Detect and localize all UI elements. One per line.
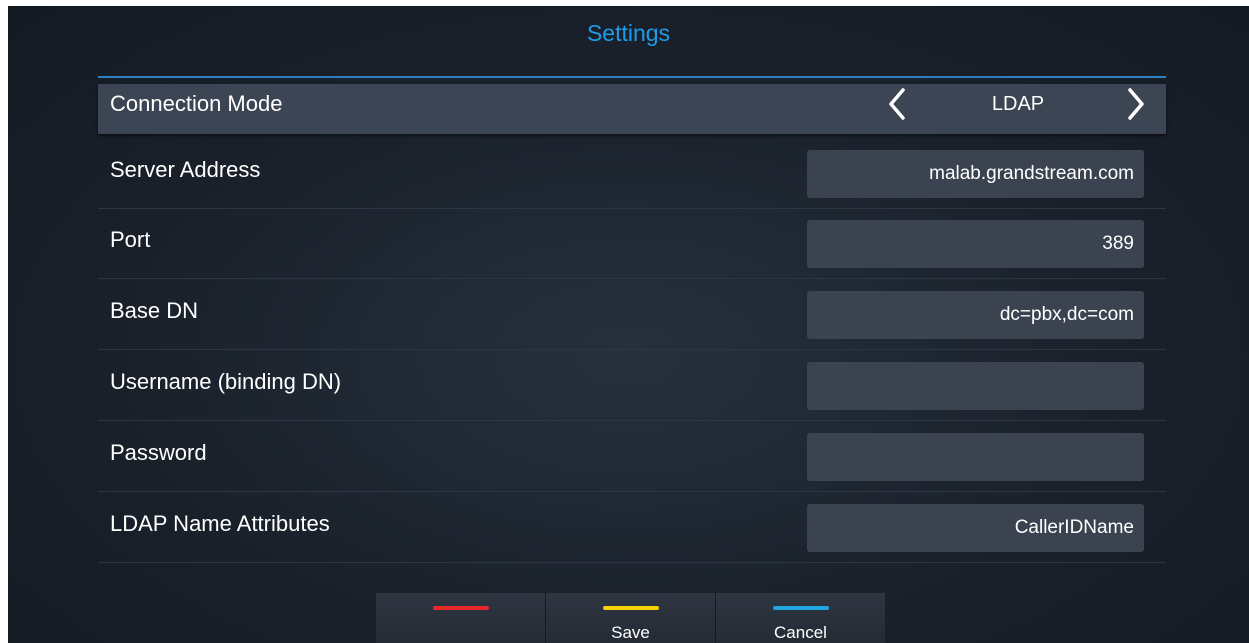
- cancel-button[interactable]: Cancel: [716, 593, 885, 643]
- row-divider: [98, 278, 1166, 279]
- page-title: Settings: [586, 20, 671, 46]
- username-row: Username (binding DN): [98, 351, 1166, 421]
- server-address-row: Server Address malab.grandstream.com: [98, 139, 1166, 209]
- server-address-field[interactable]: malab.grandstream.com: [807, 150, 1144, 198]
- row-divider: [98, 420, 1166, 421]
- port-row: Port 389: [98, 209, 1166, 279]
- server-address-label: Server Address: [110, 157, 261, 182]
- chevron-right-icon[interactable]: [1120, 86, 1150, 122]
- connection-mode-row[interactable]: Connection Mode LDAP: [98, 84, 1166, 134]
- yellow-key-indicator: [603, 606, 659, 610]
- softkey-bar: Save Cancel: [376, 593, 886, 643]
- port-field[interactable]: 389: [807, 220, 1144, 268]
- base-dn-row: Base DN dc=pbx,dc=com: [98, 280, 1166, 350]
- settings-screen: Settings Connection Mode LDAP Server Add…: [8, 6, 1249, 643]
- password-field[interactable]: [807, 433, 1144, 481]
- blue-key-indicator: [773, 606, 829, 610]
- username-field[interactable]: [807, 362, 1144, 410]
- title-divider: [98, 76, 1166, 78]
- ldap-name-attributes-row: LDAP Name Attributes CallerIDName: [98, 493, 1166, 563]
- row-divider: [98, 491, 1166, 492]
- password-row: Password: [98, 422, 1166, 492]
- base-dn-field[interactable]: dc=pbx,dc=com: [807, 291, 1144, 339]
- username-label: Username (binding DN): [110, 369, 342, 394]
- port-label: Port: [110, 227, 151, 252]
- red-key-indicator: [433, 606, 489, 610]
- base-dn-label: Base DN: [110, 298, 199, 323]
- softkey-red[interactable]: [376, 593, 545, 643]
- ldap-name-attributes-field[interactable]: CallerIDName: [807, 504, 1144, 552]
- ldap-name-attributes-label: LDAP Name Attributes: [110, 511, 330, 536]
- connection-mode-value: LDAP: [991, 93, 1045, 115]
- row-divider: [98, 349, 1166, 350]
- connection-mode-label: Connection Mode: [110, 91, 283, 116]
- cancel-label: Cancel: [774, 623, 827, 642]
- row-divider: [98, 562, 1166, 563]
- password-label: Password: [110, 440, 207, 465]
- save-label: Save: [611, 623, 650, 642]
- chevron-left-icon[interactable]: [883, 86, 913, 122]
- save-button[interactable]: Save: [546, 593, 715, 643]
